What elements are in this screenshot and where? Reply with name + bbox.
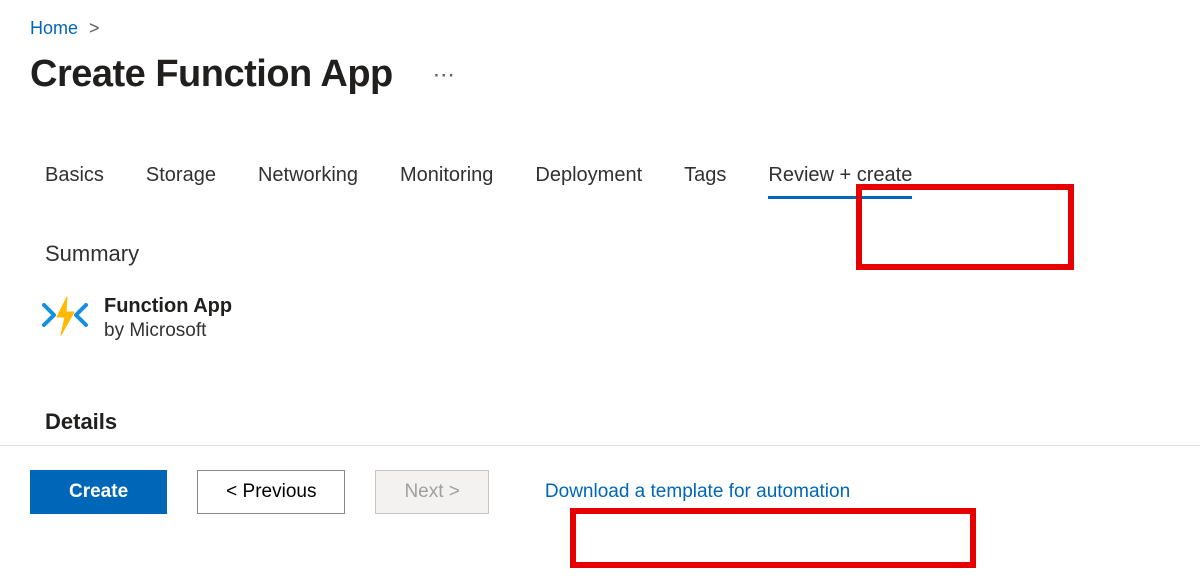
function-app-icon [40,293,90,343]
tab-storage[interactable]: Storage [146,164,216,197]
previous-button[interactable]: < Previous [197,470,345,514]
download-template-link[interactable]: Download a template for automation [545,481,850,503]
page-title: Create Function App [30,53,393,96]
more-actions-icon[interactable]: ⋯ [433,62,456,88]
summary-label: Summary [0,197,1200,267]
summary-app-publisher: by Microsoft [104,320,232,342]
create-button[interactable]: Create [30,470,167,514]
tab-deployment[interactable]: Deployment [535,164,642,197]
tab-tags[interactable]: Tags [684,164,726,197]
summary-app-name: Function App [104,295,232,318]
tab-networking[interactable]: Networking [258,164,358,197]
summary-app-row: Function App by Microsoft [0,267,1200,343]
breadcrumb-home-link[interactable]: Home [30,18,78,38]
annotation-highlight-link [570,508,976,568]
breadcrumb-separator: > [89,18,100,38]
tab-review-create[interactable]: Review + create [768,164,912,197]
breadcrumb: Home > [0,0,1200,39]
next-button: Next > [375,470,488,514]
title-row: Create Function App ⋯ [0,39,1200,96]
summary-app-text: Function App by Microsoft [104,295,232,342]
tabs: Basics Storage Networking Monitoring Dep… [0,96,1200,197]
tab-monitoring[interactable]: Monitoring [400,164,493,197]
footer-actions: Create < Previous Next > Download a temp… [0,446,1200,514]
tab-basics[interactable]: Basics [45,164,104,197]
details-label: Details [0,343,1200,445]
